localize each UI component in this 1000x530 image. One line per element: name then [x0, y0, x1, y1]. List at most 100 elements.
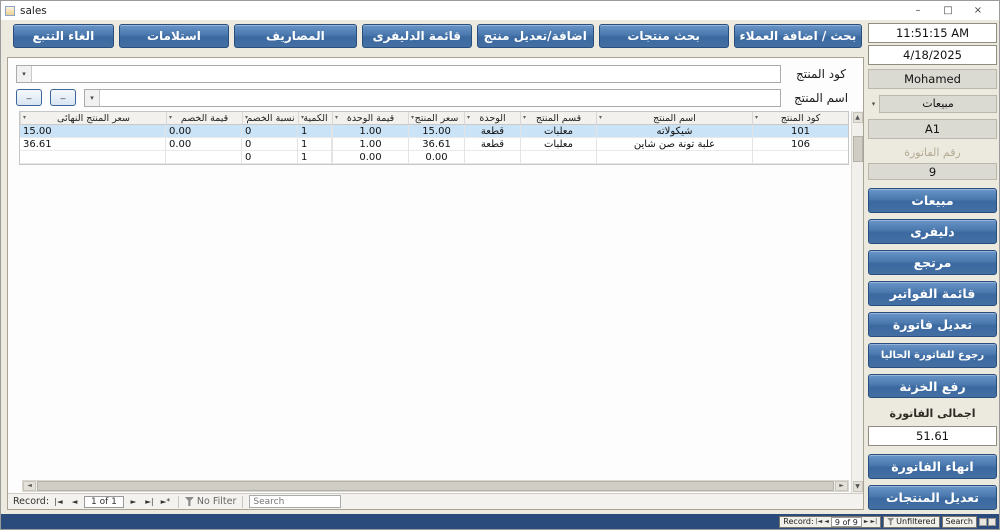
cell-unit-value[interactable]: 1.00 — [332, 125, 408, 138]
column-header-unit[interactable]: ▾ الوحدة — [464, 112, 520, 125]
column-header-quantity[interactable]: ▾ الكمية — [298, 112, 332, 125]
record-search-input[interactable] — [249, 495, 342, 508]
horizontal-scrollbar[interactable]: ◄ ► — [22, 480, 849, 492]
last-record-button[interactable]: ►| — [143, 497, 156, 506]
returns-button[interactable]: مرتجع — [868, 250, 997, 276]
column-header-label: قيمة الخصم — [180, 112, 229, 124]
record-position-box[interactable]: 9 of 9 — [830, 516, 862, 527]
cell-quantity[interactable]: 1 — [298, 151, 332, 164]
previous-record-button[interactable]: ◄ — [824, 518, 829, 525]
cell-product-code[interactable] — [752, 151, 848, 164]
toolbar-button-cancel-tracking[interactable]: الغاء التتبع — [12, 24, 114, 48]
column-header-discount-percent[interactable]: ▾ نسبة الخصم — [242, 112, 298, 125]
cell-product-price[interactable]: 36.61 — [408, 138, 464, 151]
column-header-discount-value[interactable]: ▾ قيمة الخصم — [166, 112, 242, 125]
scroll-right-icon[interactable]: ► — [835, 481, 848, 491]
cell-product-price[interactable]: 0.00 — [408, 151, 464, 164]
layout-view-icon[interactable] — [988, 517, 996, 526]
cell-unit[interactable]: قطعة — [464, 125, 520, 138]
close-button[interactable]: × — [963, 5, 993, 16]
cell-unit-value[interactable]: 1.00 — [332, 138, 408, 151]
previous-record-button[interactable]: ◄ — [68, 497, 81, 506]
product-name-input[interactable] — [100, 89, 780, 106]
toolbar-button-search-add-customers[interactable]: بحث / اضافة العملاء — [733, 24, 862, 48]
toolbar-button-add-edit-product[interactable]: اضافة/تعديل منتج — [477, 24, 594, 48]
scroll-down-icon[interactable]: ▼ — [852, 481, 863, 492]
new-record-button[interactable]: ►* — [159, 497, 172, 506]
cell-discount-percent[interactable]: 0 — [242, 138, 298, 151]
cell-product-category[interactable] — [520, 151, 596, 164]
cell-unit[interactable]: قطعة — [464, 138, 520, 151]
cell-final-price[interactable]: 36.61 — [20, 138, 166, 151]
no-filter-button[interactable]: No Filter — [184, 496, 236, 507]
filter-funnel-icon — [887, 518, 895, 525]
finish-invoice-button[interactable]: انهاء الفاتورة — [868, 454, 997, 480]
column-header-label: كود المنتج — [780, 112, 821, 124]
return-to-current-invoice-button[interactable]: رجوع للفاتورة الحاليا — [868, 342, 997, 368]
edit-invoice-button[interactable]: تعديل فاتورة — [868, 311, 997, 337]
product-action-button-2[interactable]: – — [16, 89, 42, 106]
sales-button[interactable]: مبيعات — [868, 188, 997, 214]
next-record-button[interactable]: ► — [864, 518, 869, 525]
cell-discount-percent[interactable]: 0 — [242, 125, 298, 138]
record-position-box[interactable]: 1 of 1 — [84, 495, 124, 508]
sidebar: 11:51:15 AM 4/18/2025 Mohamed ▾ مبيعات A… — [868, 22, 997, 511]
cell-product-name[interactable]: علبة تونة صن شاين — [596, 138, 752, 151]
next-record-button[interactable]: ► — [127, 497, 140, 506]
cell-quantity[interactable]: 1 — [298, 125, 332, 138]
cell-discount-percent[interactable]: 0 — [242, 151, 298, 164]
cell-product-category[interactable]: معلبات — [520, 125, 596, 138]
cell-product-code[interactable]: 106 — [752, 138, 848, 151]
mode-combobox[interactable]: ▾ مبيعات — [868, 94, 997, 113]
column-header-product-category[interactable]: ▾ قسم المنتج — [520, 112, 596, 125]
column-header-final-price[interactable]: ▾ سعر المنتج النهائى — [20, 112, 166, 125]
chevron-down-icon[interactable]: ▾ — [85, 89, 100, 106]
vertical-scrollbar[interactable]: ▲ ▼ — [851, 111, 863, 493]
view-switcher[interactable] — [979, 517, 996, 526]
toolbar-button-search-products[interactable]: بحث منتجات — [598, 24, 729, 48]
first-record-button[interactable]: |◄ — [816, 518, 823, 525]
cell-unit[interactable] — [464, 151, 520, 164]
vertical-scrollbar-thumb[interactable] — [852, 136, 863, 162]
statusbar-filter-toggle[interactable]: Unfiltered — [883, 515, 940, 528]
cell-discount-value[interactable]: 0.00 — [166, 125, 242, 138]
horizontal-scrollbar-thumb[interactable] — [37, 481, 834, 491]
invoice-items-table: ▾ كود المنتج ▾ اسم المنتج ▾ قسم المنتج ▾ الو… — [19, 111, 849, 165]
cell-product-name[interactable]: شيكولاته — [596, 125, 752, 138]
cell-product-name[interactable] — [596, 151, 752, 164]
form-view-icon[interactable] — [979, 517, 987, 526]
edit-products-button[interactable]: تعديل المنتجات — [868, 485, 997, 511]
cell-product-code[interactable]: 101 — [752, 125, 848, 138]
column-header-unit-value[interactable]: ▾ قيمة الوحدة — [332, 112, 408, 125]
scroll-left-icon[interactable]: ◄ — [23, 481, 36, 491]
product-code-input[interactable] — [32, 65, 780, 82]
minimize-button[interactable]: – — [903, 5, 933, 16]
cell-final-price[interactable] — [20, 151, 166, 164]
toolbar-button-expenses[interactable]: المصاريف — [234, 24, 357, 48]
last-record-button[interactable]: ►| — [871, 518, 878, 525]
toolbar-button-receipts[interactable]: استلامات — [118, 24, 230, 48]
chevron-down-icon[interactable]: ▾ — [17, 65, 32, 82]
cell-quantity[interactable]: 1 — [298, 138, 332, 151]
clock-display: 11:51:15 AM — [868, 23, 997, 43]
column-header-product-name[interactable]: ▾ اسم المنتج — [596, 112, 752, 125]
cell-discount-value[interactable]: 0.00 — [166, 138, 242, 151]
maximize-button[interactable]: □ — [933, 5, 963, 16]
table-row: 101 شيكولاته معلبات قطعة 15.00 1.00 1 0 … — [20, 125, 848, 138]
column-header-product-price[interactable]: ▾ سعر المنتج — [408, 112, 464, 125]
product-action-button-1[interactable]: – — [50, 89, 76, 106]
cell-unit-value[interactable]: 0.00 — [332, 151, 408, 164]
invoice-list-button[interactable]: قائمة الفواتير — [868, 281, 997, 306]
scroll-up-icon[interactable]: ▲ — [852, 112, 863, 123]
first-record-button[interactable]: |◄ — [52, 497, 65, 506]
cell-final-price[interactable]: 15.00 — [20, 125, 166, 138]
cell-product-price[interactable]: 15.00 — [408, 125, 464, 138]
cell-discount-value[interactable] — [166, 151, 242, 164]
toolbar-button-delivery-list[interactable]: قائمة الدليفرى — [361, 24, 473, 48]
delivery-button[interactable]: دليفرى — [868, 219, 997, 245]
station-display: A1 — [868, 118, 997, 139]
column-header-product-code[interactable]: ▾ كود المنتج — [752, 112, 848, 125]
open-cash-drawer-button[interactable]: رفع الخزنة — [868, 373, 997, 399]
cell-product-category[interactable]: معلبات — [520, 138, 596, 151]
statusbar-search-button[interactable]: Search — [941, 515, 977, 528]
